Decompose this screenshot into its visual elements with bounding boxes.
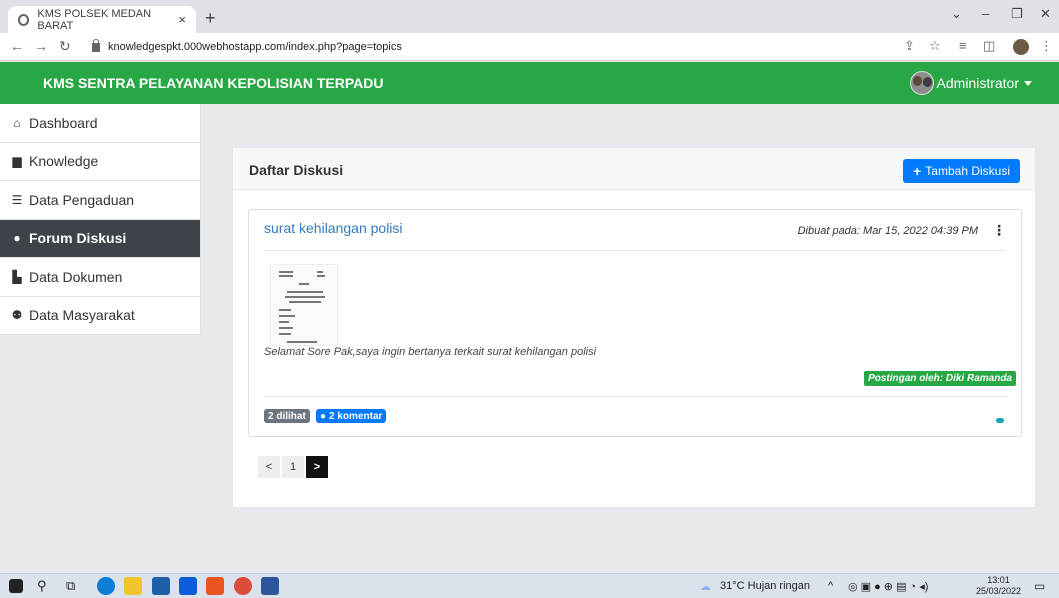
reading-list-icon[interactable]: ≡ [959, 38, 967, 53]
add-discussion-label: Tambah Diskusi [925, 164, 1010, 178]
edge-icon[interactable] [97, 577, 115, 595]
weather-icon: ☁ [700, 581, 711, 593]
created-date: Dibuat pada: Mar 15, 2022 04:39 PM [797, 224, 978, 237]
clock-date: 25/03/2022 [975, 586, 1021, 596]
comments-badge[interactable]: ● 2 komentar [316, 409, 387, 423]
file-explorer-icon[interactable] [124, 577, 142, 595]
globe-icon [18, 13, 30, 26]
browser-tab-bar: KMS POLSEK MEDAN BARAT × + ⌄ – ❐ ✕ [0, 0, 1059, 33]
app-icon[interactable] [206, 577, 224, 595]
bookmark-star-icon[interactable]: ☆ [929, 38, 941, 54]
pagination: < 1 > [258, 456, 330, 478]
pagination-prev[interactable]: < [258, 456, 280, 478]
chevron-down-icon[interactable]: ⌄ [951, 6, 962, 22]
divider [264, 396, 1006, 397]
panel-header: Daftar Diskusi + Tambah Diskusi [233, 148, 1035, 190]
user-name: Administrator [936, 75, 1019, 91]
user-menu[interactable]: Administrator [909, 71, 1032, 95]
browser-tab[interactable]: KMS POLSEK MEDAN BARAT × [8, 6, 196, 33]
status-indicator [996, 418, 1004, 423]
tray-icons[interactable]: ◎ ▣ ● ⊕ ▤ ◔ ◂) [848, 580, 928, 593]
brand-title[interactable]: KMS SENTRA PELAYANAN KEPOLISIAN TERPADU [43, 75, 383, 91]
comments-icon: ● [320, 410, 327, 422]
post-body: Selamat Sore Pak,saya ingin bertanya ter… [264, 346, 597, 358]
mail-icon[interactable] [179, 577, 197, 595]
new-tab-button[interactable]: + [205, 8, 216, 29]
clock[interactable]: 13:01 25/03/2022 [976, 575, 1021, 597]
discussion-card: surat kehilangan polisi Dibuat pada: Mar… [248, 209, 1022, 437]
chrome-icon[interactable] [234, 577, 252, 595]
home-icon: ⌂ [13, 115, 21, 130]
comments-icon: ● [13, 231, 21, 246]
profile-avatar[interactable] [1013, 39, 1029, 55]
sidebar-item-label: Forum Diskusi [29, 230, 127, 247]
sidebar-item-data-masyarakat[interactable]: ⚉ Data Masyarakat [0, 297, 200, 335]
side-panel-icon[interactable]: ◫ [983, 38, 995, 54]
notification-icon[interactable]: ▭ [1034, 579, 1045, 593]
search-icon[interactable]: ⚲ [37, 578, 47, 594]
sidebar-item-data-pengaduan[interactable]: ☰ Data Pengaduan [0, 181, 200, 220]
browser-menu-icon[interactable]: ⋮ [1040, 38, 1053, 54]
sidebar-item-label: Data Dokumen [29, 268, 123, 285]
bars-icon: ☰ [11, 192, 23, 207]
tab-title: KMS POLSEK MEDAN BARAT [37, 7, 152, 32]
add-discussion-button[interactable]: + Tambah Diskusi [903, 159, 1020, 183]
divider [264, 250, 1006, 251]
share-icon[interactable]: ⇪ [904, 38, 915, 54]
users-icon: ⚉ [11, 308, 23, 323]
sidebar-item-knowledge[interactable]: ▆ Knowledge [0, 143, 200, 181]
file-icon: ▙ [12, 269, 22, 284]
task-view-icon[interactable]: ⧉ [66, 578, 75, 594]
post-meta: Dibuat pada: Mar 15, 2022 04:39 PM ⋮ [798, 222, 1006, 239]
pagination-page-1[interactable]: 1 [282, 456, 304, 478]
sidebar-item-label: Dashboard [29, 114, 98, 131]
comments-count: 2 komentar [329, 410, 383, 422]
plus-icon: + [913, 163, 922, 179]
url-field[interactable]: knowledgespkt.000webhostapp.com/index.ph… [92, 37, 882, 57]
book-icon: ▆ [12, 154, 22, 169]
author-badge: Postingan oleh: Diki Ramanda [864, 371, 1016, 386]
address-bar: ← → ↻ knowledgespkt.000webhostapp.com/in… [0, 33, 1059, 61]
document-thumbnail[interactable] [270, 264, 338, 346]
reload-icon[interactable]: ↻ [59, 38, 71, 55]
minimize-icon[interactable]: – [982, 6, 989, 21]
sidebar-item-label: Data Pengaduan [29, 191, 135, 208]
chevron-up-icon[interactable]: ^ [828, 580, 833, 592]
app-header: KMS SENTRA PELAYANAN KEPOLISIAN TERPADU … [0, 62, 1059, 104]
tab-close-icon[interactable]: × [178, 12, 186, 27]
sidebar-item-label: Data Masyarakat [29, 307, 135, 324]
clock-time: 13:01 [987, 575, 1010, 585]
lock-icon [92, 38, 100, 52]
sidebar: ⌂ Dashboard ▆ Knowledge ☰ Data Pengaduan… [0, 104, 201, 335]
url-text: knowledgespkt.000webhostapp.com/index.ph… [108, 41, 402, 53]
pagination-next[interactable]: > [306, 456, 328, 478]
caret-down-icon [1024, 80, 1032, 86]
sidebar-item-data-dokumen[interactable]: ▙ Data Dokumen [0, 258, 200, 297]
views-badge: 2 dilihat [264, 409, 310, 423]
sidebar-item-label: Knowledge [29, 153, 99, 170]
taskbar: ⚲ ⧉ ☁ 31°C Hujan ringan ^ ◎ ▣ ● ⊕ ▤ ◔ ◂)… [0, 573, 1059, 598]
page-title: Daftar Diskusi [249, 162, 344, 178]
window-close-icon[interactable]: ✕ [1040, 6, 1051, 22]
back-icon[interactable]: ← [10, 38, 24, 54]
restore-icon[interactable]: ❐ [1011, 6, 1023, 22]
kebab-menu-icon[interactable]: ⋮ [992, 222, 1006, 239]
store-icon[interactable] [152, 577, 170, 595]
word-icon[interactable] [261, 577, 279, 595]
discussion-title-link[interactable]: surat kehilangan polisi [264, 220, 403, 236]
forward-icon[interactable]: → [34, 38, 48, 54]
avatar [909, 71, 934, 95]
sidebar-item-dashboard[interactable]: ⌂ Dashboard [0, 104, 200, 143]
windows-start-icon[interactable] [9, 579, 23, 593]
sidebar-item-forum-diskusi[interactable]: ● Forum Diskusi [0, 219, 200, 258]
discussion-panel: Daftar Diskusi + Tambah Diskusi surat ke… [232, 147, 1036, 508]
weather-text[interactable]: 31°C Hujan ringan [720, 580, 810, 592]
